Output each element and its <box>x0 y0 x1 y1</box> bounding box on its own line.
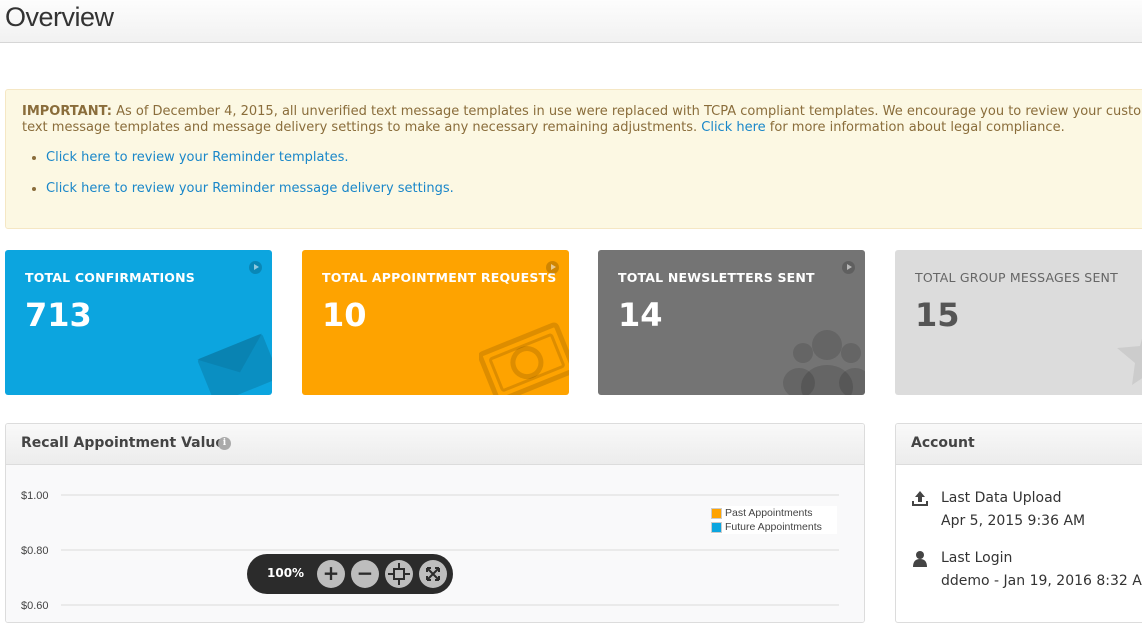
info-icon[interactable]: i <box>218 437 231 450</box>
panel-header: Recall Appointment Value i <box>6 424 864 465</box>
account-item-label: Last Data Upload <box>941 490 1062 506</box>
stat-card-appointment-requests[interactable]: TOTAL APPOINTMENT REQUESTS 10 <box>302 250 569 395</box>
list-item: Click here to review your Reminder messa… <box>46 181 1138 197</box>
legal-compliance-link[interactable]: Click here <box>701 120 765 135</box>
star-icon <box>1117 338 1142 385</box>
zoom-toolbar: 100% + − <box>247 554 453 594</box>
reminder-templates-link[interactable]: Click here to review your Reminder templ… <box>46 150 349 165</box>
legend-label: Past Appointments <box>725 507 813 519</box>
upload-icon <box>912 491 928 506</box>
fit-to-view-button[interactable] <box>385 560 413 588</box>
notice-text: IMPORTANT: As of December 4, 2015, all u… <box>22 104 1142 136</box>
account-item-value: Apr 5, 2015 9:36 AM <box>941 513 1086 529</box>
recall-chart: $1.00 $0.80 $0.60 Past Appointments Future… <box>6 465 864 622</box>
stat-card-confirmations[interactable]: TOTAL CONFIRMATIONS 713 <box>5 250 272 395</box>
stat-card-newsletters[interactable]: TOTAL NEWSLETTERS SENT 14 <box>598 250 865 395</box>
y-tick-label: $0.60 <box>21 600 49 612</box>
panel-header: Account <box>896 424 1142 465</box>
legend-swatch <box>711 521 722 533</box>
chart-legend: Past Appointments Future Appointments <box>711 506 837 534</box>
notice-after: for more information about legal complia… <box>765 120 1065 135</box>
stat-value: 10 <box>322 296 367 334</box>
play-icon[interactable] <box>546 261 559 274</box>
account-panel: Account Last Data Upload Apr 5, 2015 9:3… <box>895 423 1142 623</box>
chart-svg: $1.00 $0.80 $0.60 <box>21 490 839 612</box>
panel-title: Recall Appointment Value <box>21 435 225 451</box>
legend-item-past: Past Appointments <box>711 506 837 520</box>
fit-icon <box>388 563 410 585</box>
zoom-out-button[interactable]: − <box>351 560 379 588</box>
notice-links: Click here to review your Reminder templ… <box>22 150 1138 197</box>
notice-important: IMPORTANT: <box>22 104 112 119</box>
zoom-level: 100% <box>267 566 305 580</box>
compliance-notice: IMPORTANT: As of December 4, 2015, all u… <box>5 89 1142 229</box>
play-icon[interactable] <box>842 261 855 274</box>
expand-icon <box>426 567 440 581</box>
stat-label: TOTAL CONFIRMATIONS <box>25 270 195 285</box>
people-icon <box>783 330 865 395</box>
reminder-delivery-settings-link[interactable]: Click here to review your Reminder messa… <box>46 181 454 196</box>
fullscreen-button[interactable] <box>419 560 447 588</box>
envelope-icon <box>197 333 272 395</box>
legend-swatch <box>711 507 722 519</box>
stat-value: 15 <box>915 296 960 334</box>
stat-label: TOTAL APPOINTMENT REQUESTS <box>322 270 557 285</box>
stat-label: TOTAL NEWSLETTERS SENT <box>618 270 815 285</box>
user-icon <box>913 551 927 567</box>
list-item: Click here to review your Reminder templ… <box>46 150 1138 166</box>
zoom-in-button[interactable]: + <box>317 560 345 588</box>
page-title: Overview <box>5 2 114 32</box>
money-icon <box>479 322 569 395</box>
stat-value: 713 <box>25 296 92 334</box>
top-bar: Overview <box>0 0 1142 43</box>
play-icon[interactable] <box>249 261 262 274</box>
stat-label: TOTAL GROUP MESSAGES SENT <box>915 270 1118 285</box>
y-tick-label: $0.80 <box>21 545 49 557</box>
y-tick-label: $1.00 <box>21 490 49 502</box>
legend-label: Future Appointments <box>725 521 822 533</box>
panel-title: Account <box>911 435 975 451</box>
stat-value: 14 <box>618 296 663 334</box>
legend-item-future: Future Appointments <box>711 520 837 534</box>
account-item-label: Last Login <box>941 550 1013 566</box>
stat-card-group-messages[interactable]: TOTAL GROUP MESSAGES SENT 15 <box>895 250 1142 395</box>
account-item-value: ddemo - Jan 19, 2016 8:32 AM <box>941 573 1142 589</box>
